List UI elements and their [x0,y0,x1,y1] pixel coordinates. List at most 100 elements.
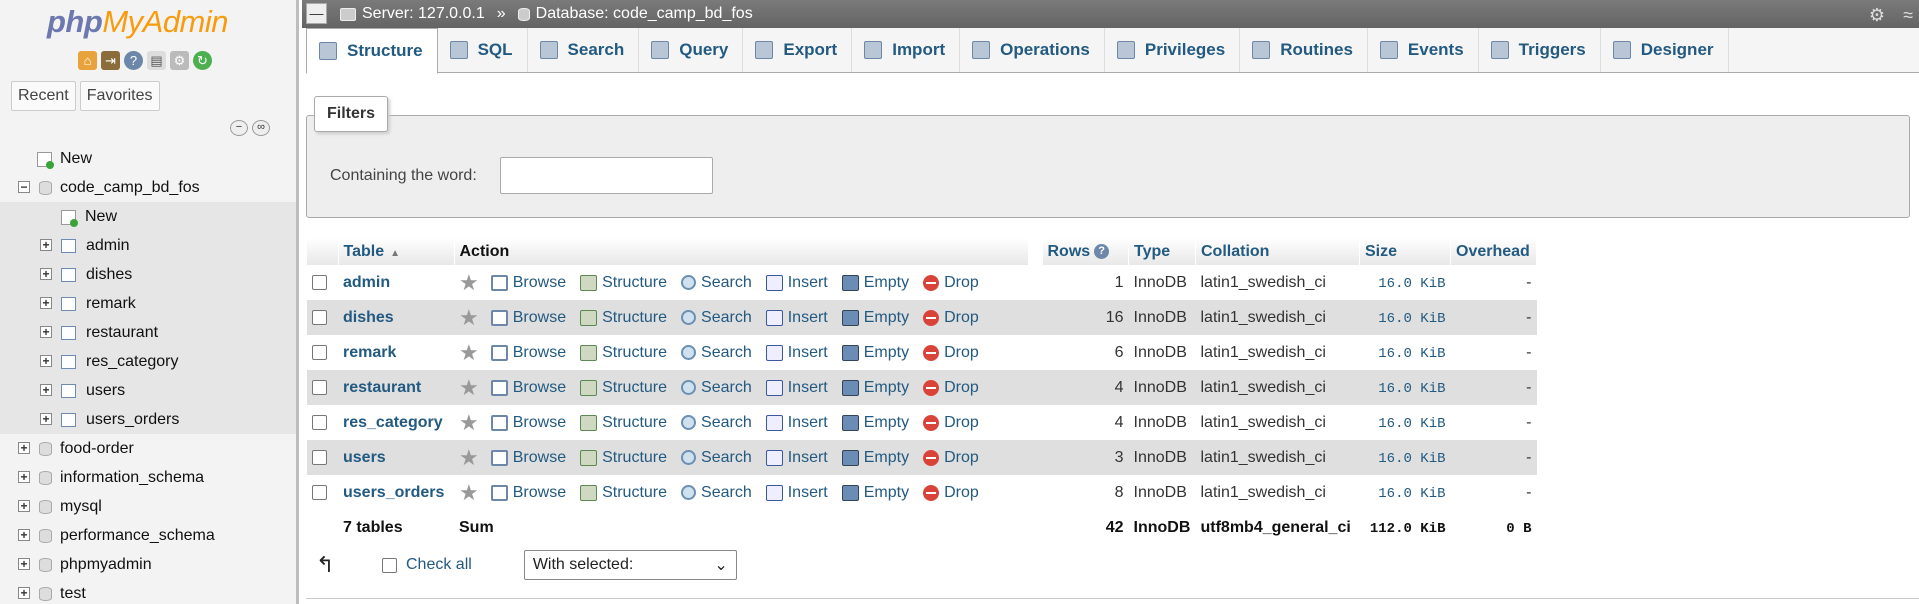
tree-item-label[interactable]: users_orders [86,405,179,434]
breadcrumb-database[interactable]: Database: code_camp_bd_fos [536,5,753,23]
reload-icon[interactable]: ↻ [193,51,212,70]
drop-action[interactable]: Drop [923,414,979,432]
tab-triggers[interactable]: Triggers [1479,28,1601,72]
empty-action[interactable]: Empty [841,379,909,397]
search-action[interactable]: Search [681,484,752,502]
tab-events[interactable]: Events [1368,28,1479,72]
logout-icon[interactable]: ⇥ [101,51,120,70]
search-action[interactable]: Search [681,379,752,397]
row-checkbox[interactable] [312,274,327,290]
tab-designer[interactable]: Designer [1601,28,1729,72]
tree-table-remark[interactable]: + remark [0,289,296,318]
expand-icon[interactable]: + [40,268,52,280]
table-name-link[interactable]: dishes [343,309,394,326]
drop-action[interactable]: Drop [923,344,979,362]
tab-routines[interactable]: Routines [1240,28,1368,72]
recent-button[interactable]: Recent [11,81,76,111]
table-name-link[interactable]: remark [343,344,396,361]
phpmyadmin-logo[interactable]: phpMyAdmin [47,4,229,40]
filter-input[interactable] [500,157,713,194]
tree-item-label[interactable]: res_category [86,347,179,376]
empty-action[interactable]: Empty [841,449,909,467]
structure-action[interactable]: Structure [580,449,667,467]
tree-new-item[interactable]: New [0,144,296,173]
tree-item-label[interactable]: mysql [60,492,102,521]
insert-action[interactable]: Insert [765,309,828,327]
search-action[interactable]: Search [681,449,752,467]
expand-icon[interactable]: + [40,239,52,251]
search-action[interactable]: Search [681,414,752,432]
row-checkbox[interactable] [312,344,327,360]
structure-action[interactable]: Structure [580,414,667,432]
browse-action[interactable]: Browse [490,344,566,362]
tree-table-restaurant[interactable]: + restaurant [0,318,296,347]
favorite-star-icon[interactable]: ★ [459,376,479,399]
tree-item-label[interactable]: restaurant [86,318,158,347]
tree-table-users_orders[interactable]: + users_orders [0,405,296,434]
empty-action[interactable]: Empty [841,309,909,327]
expand-icon[interactable]: + [18,587,30,599]
tree-database-performance_schema[interactable]: + performance_schema [0,521,296,550]
tree-item-label[interactable]: food-order [60,434,134,463]
expand-icon[interactable]: + [18,500,30,512]
table-size[interactable]: 16.0 KiB [1378,346,1445,362]
table-size[interactable]: 16.0 KiB [1378,416,1445,432]
insert-action[interactable]: Insert [765,379,828,397]
tree-database-food-order[interactable]: + food-order [0,434,296,463]
insert-action[interactable]: Insert [765,484,828,502]
with-selected-select[interactable]: With selected: ⌄ [523,550,737,580]
expand-icon[interactable]: + [40,355,52,367]
tree-database-mysql[interactable]: + mysql [0,492,296,521]
drop-action[interactable]: Drop [923,274,979,292]
row-checkbox[interactable] [312,379,327,395]
empty-action[interactable]: Empty [841,274,909,292]
tree-item-label[interactable]: New [60,144,92,173]
favorite-star-icon[interactable]: ★ [459,306,479,329]
tree-item-label[interactable]: performance_schema [60,521,215,550]
tab-structure[interactable]: Structure [306,28,438,74]
tree-item-label[interactable]: users [86,376,125,405]
column-header-size[interactable]: Size [1359,238,1451,265]
tab-import[interactable]: Import [852,28,961,72]
table-size[interactable]: 16.0 KiB [1378,486,1445,502]
insert-action[interactable]: Insert [765,414,828,432]
favorite-star-icon[interactable]: ★ [459,446,479,469]
table-name-link[interactable]: restaurant [343,379,421,396]
settings-icon[interactable]: ⚙ [170,51,189,70]
tree-item-label[interactable]: information_schema [60,463,204,492]
search-action[interactable]: Search [681,309,752,327]
structure-action[interactable]: Structure [580,379,667,397]
empty-action[interactable]: Empty [841,344,909,362]
drop-action[interactable]: Drop [923,449,979,467]
tree-item-label[interactable]: phpmyadmin [60,550,152,579]
column-header-collation[interactable]: Collation [1195,238,1360,265]
tab-export[interactable]: Export [743,28,853,72]
table-name-link[interactable]: users_orders [343,484,444,501]
expand-icon[interactable]: + [18,558,30,570]
tree-database-test[interactable]: + test [0,579,296,604]
column-header-table[interactable]: Table ▲ [338,238,455,265]
browse-action[interactable]: Browse [490,414,566,432]
home-icon[interactable]: ⌂ [78,51,97,70]
help-icon[interactable]: ? [124,51,143,70]
expand-icon[interactable]: + [40,297,52,309]
tree-item-label[interactable]: code_camp_bd_fos [60,173,200,202]
tree-item-label[interactable]: remark [86,289,136,318]
drop-action[interactable]: Drop [923,379,979,397]
tab-operations[interactable]: Operations [960,28,1105,72]
tree-item-label[interactable]: New [85,202,117,231]
tree-database-code_camp_bd_fos[interactable]: − code_camp_bd_fos [0,173,296,202]
tree-table-res_category[interactable]: + res_category [0,347,296,376]
insert-action[interactable]: Insert [765,274,828,292]
gear-icon[interactable]: ⚙ [1869,5,1885,26]
column-header-type[interactable]: Type [1128,238,1196,265]
browse-action[interactable]: Browse [490,274,566,292]
table-size[interactable]: 16.0 KiB [1378,451,1445,467]
tree-database-information_schema[interactable]: + information_schema [0,463,296,492]
empty-action[interactable]: Empty [841,414,909,432]
browse-action[interactable]: Browse [490,379,566,397]
tab-search[interactable]: Search [528,28,640,72]
structure-action[interactable]: Structure [580,274,667,292]
row-checkbox[interactable] [312,484,327,500]
structure-action[interactable]: Structure [580,309,667,327]
